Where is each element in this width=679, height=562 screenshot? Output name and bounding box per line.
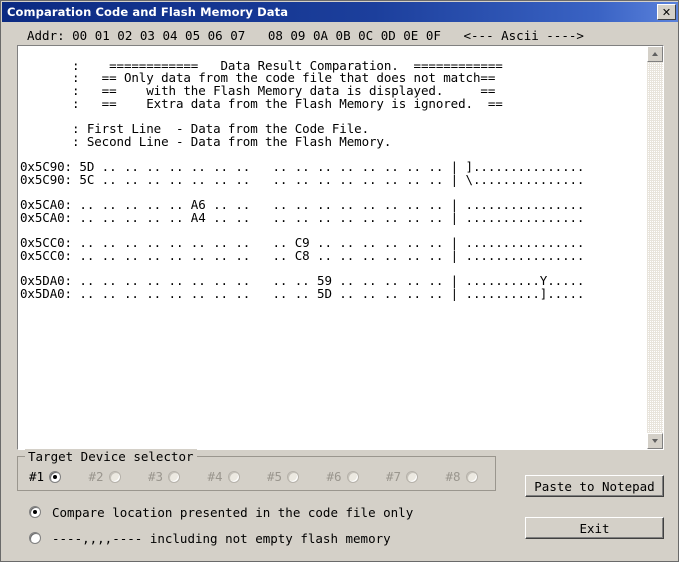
device-selector-item-7: #7	[375, 469, 435, 484]
compare-option-row-1[interactable]: Compare location presented in the code f…	[29, 499, 499, 525]
device-radio-row: #1 #2 #3 #4 #5 #6 #7 #8	[18, 469, 497, 484]
device-selector-label: #4	[207, 469, 223, 484]
device-selector-item-5: #5	[256, 469, 316, 484]
arrow-down-glyph	[652, 439, 658, 443]
comparison-output-text: : ============ Data Result Comparation. …	[20, 57, 585, 302]
device-selector-label: #3	[148, 469, 164, 484]
device-selector-radio	[406, 470, 419, 483]
device-selector-label: #8	[445, 469, 461, 484]
device-selector-label: #5	[267, 469, 283, 484]
paste-to-notepad-button[interactable]: Paste to Notepad	[525, 475, 664, 497]
device-selector-item-8: #8	[435, 469, 495, 484]
application-window: Comparation Code and Flash Memory Data ✕…	[0, 0, 679, 562]
scroll-up-arrow-icon[interactable]	[647, 46, 663, 62]
close-icon[interactable]: ✕	[657, 4, 676, 20]
device-selector-label: #7	[386, 469, 402, 484]
device-selector-radio	[346, 470, 359, 483]
title-bar: Comparation Code and Flash Memory Data ✕	[2, 2, 678, 22]
compare-option-label: ----,,,,---- including not empty flash m…	[52, 530, 391, 546]
device-selector-radio	[287, 470, 300, 483]
device-selector-radio	[168, 470, 181, 483]
device-selector-item-4: #4	[197, 469, 257, 484]
window-title: Comparation Code and Flash Memory Data	[7, 5, 289, 19]
compare-option-list: Compare location presented in the code f…	[29, 499, 499, 551]
device-selector-radio	[465, 470, 478, 483]
device-selector-radio[interactable]	[49, 470, 62, 483]
group-legend: Target Device selector	[25, 449, 197, 464]
device-selector-item-6: #6	[316, 469, 376, 484]
comparison-output-panel[interactable]: : ============ Data Result Comparation. …	[17, 45, 664, 450]
hex-column-header: Addr: 00 01 02 03 04 05 06 07 08 09 0A 0…	[27, 28, 584, 43]
device-selector-item-3: #3	[137, 469, 197, 484]
vertical-scrollbar[interactable]	[647, 46, 663, 449]
device-selector-radio	[227, 470, 240, 483]
arrow-up-glyph	[652, 52, 658, 56]
compare-option-label: Compare location presented in the code f…	[52, 504, 414, 520]
device-selector-item-2: #2	[78, 469, 138, 484]
device-selector-radio	[108, 470, 121, 483]
compare-option-row-2[interactable]: ----,,,,---- including not empty flash m…	[29, 525, 499, 551]
exit-button[interactable]: Exit	[525, 517, 664, 539]
scroll-down-arrow-icon[interactable]	[647, 433, 663, 449]
device-selector-label: #2	[88, 469, 104, 484]
device-selector-label: #1	[29, 469, 45, 484]
scrollbar-track[interactable]	[647, 62, 663, 433]
compare-option-radio[interactable]	[29, 532, 41, 544]
compare-option-radio[interactable]	[29, 506, 41, 518]
device-selector-item-1[interactable]: #1	[18, 469, 78, 484]
target-device-selector-group: Target Device selector #1 #2 #3 #4 #5 #6 #7 #8	[17, 449, 497, 491]
device-selector-label: #6	[326, 469, 342, 484]
